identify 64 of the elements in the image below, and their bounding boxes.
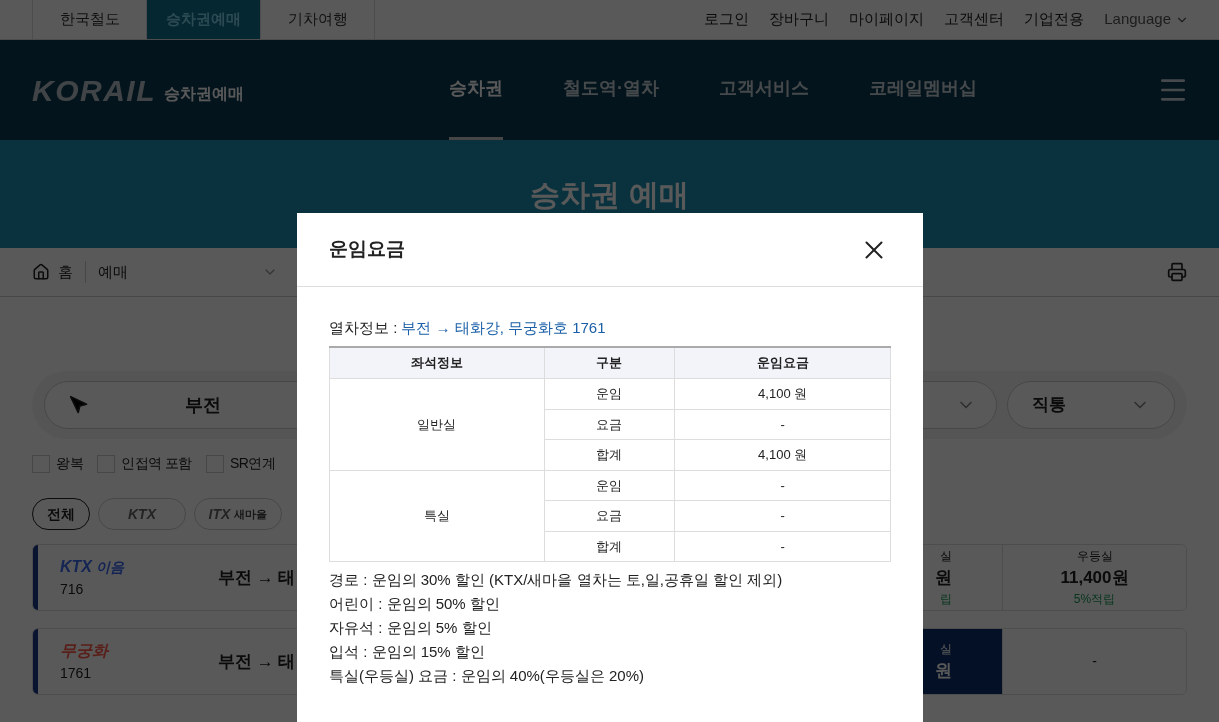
fare-cell[interactable]: -	[1002, 629, 1186, 694]
column-header: 좌석정보	[329, 346, 545, 379]
nav-tab[interactable]: 코레일멤버십	[869, 40, 977, 140]
table-cell: -	[674, 409, 891, 440]
table-cell: 합계	[544, 439, 675, 470]
table-cell: -	[674, 500, 891, 531]
top-link[interactable]: 마이페이지	[849, 8, 925, 31]
table-cell: 4,100 원	[674, 439, 891, 470]
train-brand: KTX 이음	[60, 557, 126, 577]
top-link[interactable]: 장바구니	[769, 8, 830, 31]
route-text: 부전 → 태	[218, 650, 296, 673]
seat-class: 우등실	[1076, 547, 1113, 565]
discount-note: 경로 : 운임의 30% 할인 (KTX/새마을 열차는 토,일,공휴일 할인 제외)	[329, 570, 784, 590]
info-label: 열차정보 :	[329, 318, 398, 338]
fare-price: 원	[935, 566, 952, 589]
column-header: 운임요금	[674, 346, 891, 379]
logo-subtitle: 승차권예매	[164, 84, 244, 104]
train-number: 1761	[60, 664, 93, 683]
table-cell: 일반실	[329, 378, 545, 470]
nav-tab[interactable]: 철도역·열차	[563, 40, 659, 140]
train-info: 부전 → 태화강, 무궁화호 1761	[401, 318, 606, 338]
table-cell: 합계	[544, 531, 675, 562]
table-cell: 특실	[329, 470, 545, 562]
seat-class: 실	[940, 547, 952, 565]
table-cell: 4,100 원	[674, 378, 891, 409]
card-accent	[33, 629, 38, 694]
language-dropdown[interactable]: Language	[1104, 8, 1189, 31]
checkbox-label: 왕복	[56, 454, 83, 473]
train-number: 716	[60, 580, 85, 599]
top-link[interactable]: 기업전용	[1024, 8, 1085, 31]
location-icon	[69, 395, 89, 415]
breadcrumb-link[interactable]: 홈	[58, 260, 86, 284]
discount-note: 입석 : 운임의 15% 할인	[329, 642, 486, 662]
page-title: 승차권 예매	[530, 176, 689, 213]
fare-price: 원	[935, 659, 952, 682]
fare-cell[interactable]: 우등실 11,400원 5%적립	[1002, 545, 1186, 610]
fare-price: 11,400원	[1060, 566, 1129, 589]
points-note: 립	[940, 591, 952, 609]
top-link[interactable]: 로그인	[704, 8, 750, 31]
train-brand: 무궁화	[60, 641, 111, 661]
print-icon[interactable]	[1167, 262, 1187, 282]
fare-empty: -	[1092, 652, 1097, 671]
column-header: 구분	[544, 346, 675, 379]
table-cell: -	[674, 470, 891, 501]
checkbox-label: SR연계	[229, 454, 276, 473]
table-cell: 요금	[544, 500, 675, 531]
home-icon[interactable]	[32, 263, 50, 281]
route-text: 부전 → 태	[218, 566, 296, 589]
points-note: 5%적립	[1073, 591, 1116, 609]
top-link[interactable]: 고객센터	[944, 8, 1005, 31]
train-type-dropdown[interactable]: 직통	[1007, 381, 1175, 429]
table-cell: -	[674, 531, 891, 562]
nav-tab[interactable]: 고객서비스	[719, 40, 809, 140]
seat-class: 실	[940, 640, 952, 658]
table-cell: 요금	[544, 409, 675, 440]
breadcrumb-dropdown[interactable]: 예매	[98, 260, 278, 284]
table-cell: 운임	[544, 470, 675, 501]
discount-note: 자유석 : 운임의 5% 할인	[329, 618, 493, 638]
dialog-title: 운임요금	[329, 237, 405, 262]
discount-note: 특실(우등실) 요금 : 운임의 40%(우등실은 20%)	[329, 666, 646, 686]
table-cell: 운임	[544, 378, 675, 409]
checkbox-label: 인접역 포함	[121, 454, 192, 473]
card-accent	[33, 545, 38, 610]
discount-note: 어린이 : 운임의 50% 할인	[329, 594, 501, 614]
